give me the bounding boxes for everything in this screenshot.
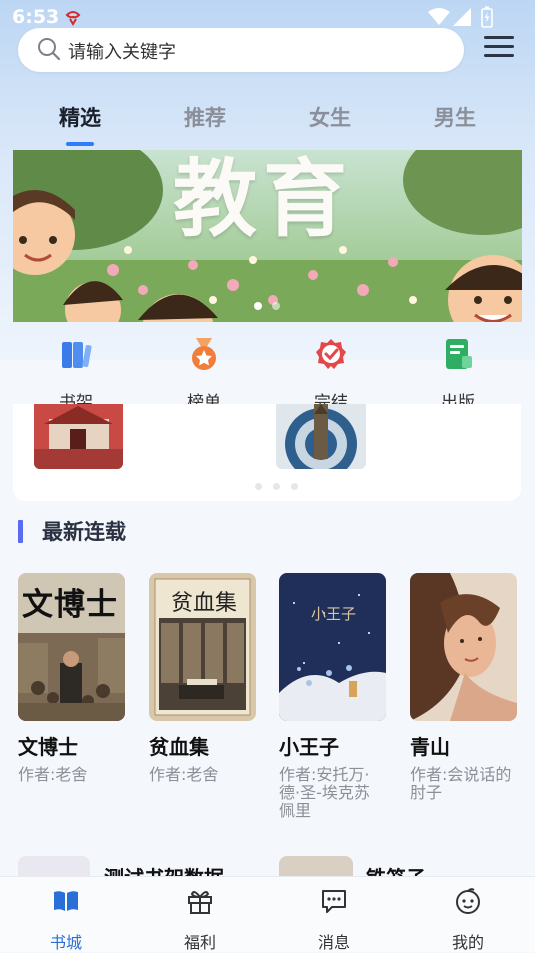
status-time: 6:53 bbox=[12, 6, 60, 28]
recommend-book-cover[interactable] bbox=[34, 404, 123, 469]
book-title: 文博士 bbox=[18, 735, 78, 759]
quick-finished[interactable]: 完结 bbox=[286, 336, 376, 413]
nav-welfare[interactable]: 福利 bbox=[160, 887, 240, 953]
book-card[interactable]: 文博士 文博士 作者:老舍 bbox=[18, 573, 130, 784]
tab-indicator bbox=[66, 142, 94, 146]
tab-female[interactable]: 女生 bbox=[290, 102, 370, 132]
tab-featured[interactable]: 精选 bbox=[40, 102, 120, 132]
search-placeholder: 请输入关键字 bbox=[68, 42, 176, 63]
book-card[interactable]: 贫血集 贫血集 作者:老舍 bbox=[149, 573, 261, 784]
tab-recommended[interactable]: 推荐 bbox=[165, 102, 245, 132]
book-author: 作者:安托万·德·圣-埃克苏佩里 bbox=[279, 765, 370, 820]
book-cover: 文博士 bbox=[18, 573, 125, 721]
publish-icon bbox=[446, 339, 472, 369]
recommend-pagination bbox=[255, 475, 309, 494]
profile-icon bbox=[456, 888, 480, 914]
nav-messages[interactable]: 消息 bbox=[294, 887, 374, 953]
nav-profile[interactable]: 我的 bbox=[428, 887, 508, 953]
book-title: 小王子 bbox=[279, 735, 339, 759]
nav-bookstore-label: 书城 bbox=[49, 933, 82, 952]
quick-ranking[interactable]: 榜单 bbox=[159, 336, 249, 413]
nav-profile-label: 我的 bbox=[451, 933, 484, 952]
recommend-book-cover[interactable] bbox=[276, 404, 366, 469]
book-cover-title: 贫血集 bbox=[171, 591, 238, 616]
book-card[interactable]: 小王子 小王子 作者:安托万·德·圣-埃克苏佩里 bbox=[279, 573, 391, 820]
book-card[interactable]: 青山 作者:会说话的肘子 bbox=[410, 573, 522, 802]
book-author: 作者:老舍 bbox=[18, 765, 88, 784]
book-author: 作者:会说话的肘子 bbox=[410, 765, 512, 802]
bookshelf-icon bbox=[62, 342, 92, 368]
menu-icon[interactable] bbox=[484, 36, 514, 62]
nav-messages-label: 消息 bbox=[317, 933, 350, 952]
book-cover-title: 小王子 bbox=[311, 605, 357, 623]
notification-icon bbox=[65, 11, 81, 26]
tab-male[interactable]: 男生 bbox=[415, 102, 495, 132]
book-cover-title: 文博士 bbox=[22, 587, 118, 623]
medal-icon bbox=[192, 338, 216, 370]
banner-pagination bbox=[254, 295, 290, 314]
bottom-navigation: 书城 福利 消息 我的 bbox=[0, 876, 535, 952]
book-cover[interactable] bbox=[279, 856, 353, 878]
book-title: 青山 bbox=[410, 735, 450, 759]
book-title: 贫血集 bbox=[149, 735, 209, 759]
nav-bookstore[interactable]: 书城 bbox=[26, 887, 106, 953]
signal-icon bbox=[453, 8, 471, 26]
search-icon bbox=[38, 38, 61, 61]
section-accent-bar bbox=[18, 520, 23, 543]
section-title: 最新连载 bbox=[42, 520, 126, 544]
book-cover: 小王子 bbox=[279, 573, 386, 721]
message-icon bbox=[322, 890, 346, 913]
banner-title: 教育 bbox=[173, 150, 354, 248]
check-badge-icon bbox=[316, 339, 346, 369]
wifi-icon bbox=[428, 8, 450, 25]
battery-icon bbox=[481, 6, 493, 28]
book-cover: 贫血集 bbox=[149, 573, 256, 721]
quick-publish[interactable]: 出版 bbox=[413, 336, 503, 413]
book-author: 作者:老舍 bbox=[149, 765, 219, 784]
recommend-card bbox=[13, 404, 521, 501]
gift-icon bbox=[188, 891, 212, 914]
nav-welfare-label: 福利 bbox=[183, 933, 216, 952]
quick-bookshelf[interactable]: 书架 bbox=[31, 336, 121, 413]
book-cover[interactable] bbox=[18, 856, 90, 878]
book-cover bbox=[410, 573, 517, 721]
quick-nav: 书架 榜单 完结 出版 bbox=[0, 330, 535, 413]
book-icon bbox=[54, 891, 78, 911]
search-bar[interactable]: 请输入关键字 bbox=[18, 28, 464, 72]
